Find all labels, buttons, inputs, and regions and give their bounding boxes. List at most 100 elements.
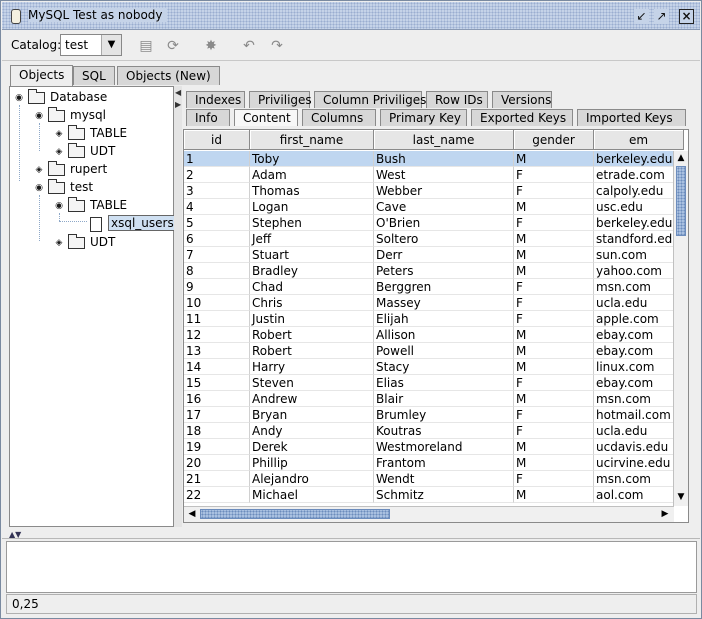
table-row[interactable]: 17 Bryan Brumley Fhotmail.com: [184, 407, 674, 423]
table-cell[interactable]: ucirvine.edu: [594, 455, 674, 471]
table-cell[interactable]: msn.com: [594, 471, 674, 487]
table-cell[interactable]: Massey: [374, 295, 514, 311]
table-cell[interactable]: standford.edu: [594, 231, 674, 247]
query-icon[interactable]: ▤: [137, 37, 155, 55]
table-cell[interactable]: Bush: [374, 151, 514, 167]
table-cell[interactable]: 16: [184, 391, 250, 407]
message-panel[interactable]: [6, 541, 697, 593]
table-cell[interactable]: 3: [184, 183, 250, 199]
table-cell[interactable]: 21: [184, 471, 250, 487]
table-cell[interactable]: 1: [184, 151, 250, 167]
table-cell[interactable]: F: [514, 423, 594, 439]
table-cell[interactable]: Blair: [374, 391, 514, 407]
table-cell[interactable]: Soltero: [374, 231, 514, 247]
table-cell[interactable]: 14: [184, 359, 250, 375]
table-cell[interactable]: Adam: [250, 167, 374, 183]
table-cell[interactable]: 17: [184, 407, 250, 423]
collapse-handle-icon[interactable]: ◈: [54, 129, 64, 139]
chevron-down-icon[interactable]: ▼: [101, 35, 121, 55]
table-cell[interactable]: Stacy: [374, 359, 514, 375]
table-row[interactable]: 5 Stephen O'Brien Fberkeley.edu: [184, 215, 674, 231]
table-cell[interactable]: berkeley.edu: [594, 151, 674, 167]
table-cell[interactable]: Stephen: [250, 215, 374, 231]
table-cell[interactable]: ucdavis.edu: [594, 439, 674, 455]
table-cell[interactable]: msn.com: [594, 391, 674, 407]
vertical-scrollbar[interactable]: ▲ ▼: [673, 151, 688, 506]
table-cell[interactable]: Phillip: [250, 455, 374, 471]
table-cell[interactable]: 6: [184, 231, 250, 247]
table-cell[interactable]: F: [514, 295, 594, 311]
tab-primary-key[interactable]: Primary Key: [380, 109, 467, 126]
tab-priviliges[interactable]: Priviliges: [249, 91, 312, 108]
table-cell[interactable]: M: [514, 359, 594, 375]
table-row[interactable]: 2 Adam West Fetrade.com: [184, 167, 674, 183]
tab-sql[interactable]: SQL: [73, 66, 115, 85]
table-cell[interactable]: 10: [184, 295, 250, 311]
table-cell[interactable]: Jeff: [250, 231, 374, 247]
expand-handle-icon[interactable]: ◉: [54, 201, 64, 211]
table-cell[interactable]: Bryan: [250, 407, 374, 423]
table-cell[interactable]: Michael: [250, 487, 374, 503]
table-cell[interactable]: Harry: [250, 359, 374, 375]
table-cell[interactable]: 2: [184, 167, 250, 183]
object-tree[interactable]: ◉ Database ◉ mysql ◈ TABLE ◈ UDT ◈ ruper…: [9, 86, 177, 527]
table-row[interactable]: 11 Justin Elijah Fapple.com: [184, 311, 674, 327]
table-cell[interactable]: etrade.com: [594, 167, 674, 183]
run-icon[interactable]: ✸: [202, 37, 220, 55]
table-cell[interactable]: Cave: [374, 199, 514, 215]
table-row[interactable]: 19 Derek Westmoreland Mucdavis.edu: [184, 439, 674, 455]
table-cell[interactable]: F: [514, 407, 594, 423]
table-cell[interactable]: 19: [184, 439, 250, 455]
column-header[interactable]: first_name: [250, 130, 374, 150]
maximize-button[interactable]: ↗: [654, 9, 669, 24]
table-cell[interactable]: M: [514, 455, 594, 471]
table-cell[interactable]: Derek: [250, 439, 374, 455]
tab-info[interactable]: Info: [186, 109, 230, 126]
expand-right-icon[interactable]: ▶: [175, 100, 181, 109]
horizontal-scrollbar[interactable]: ◀ ▶: [184, 506, 674, 522]
table-cell[interactable]: Berggren: [374, 279, 514, 295]
tab-objects-new[interactable]: Objects (New): [117, 66, 220, 85]
table-row[interactable]: 6 Jeff Soltero Mstandford.edu: [184, 231, 674, 247]
table-cell[interactable]: 18: [184, 423, 250, 439]
table-cell[interactable]: Bradley: [250, 263, 374, 279]
scroll-right-icon[interactable]: ▶: [658, 509, 672, 519]
table-row[interactable]: 7 Stuart Derr Msun.com: [184, 247, 674, 263]
table-row[interactable]: 12 Robert Allison Mebay.com: [184, 327, 674, 343]
table-row[interactable]: 3 Thomas Webber Fcalpoly.edu: [184, 183, 674, 199]
table-row[interactable]: 21 Alejandro Wendt Fmsn.com: [184, 471, 674, 487]
table-cell[interactable]: Powell: [374, 343, 514, 359]
table-cell[interactable]: 4: [184, 199, 250, 215]
table-cell[interactable]: F: [514, 279, 594, 295]
collapse-handle-icon[interactable]: ◈: [54, 238, 64, 248]
table-cell[interactable]: calpoly.edu: [594, 183, 674, 199]
table-row[interactable]: 13 Robert Powell Mebay.com: [184, 343, 674, 359]
refresh-icon[interactable]: ⟳: [164, 37, 182, 55]
table-cell[interactable]: Derr: [374, 247, 514, 263]
table-row[interactable]: 18 Andy Koutras Fucla.edu: [184, 423, 674, 439]
tab-indexes[interactable]: Indexes: [186, 91, 245, 108]
table-cell[interactable]: Allison: [374, 327, 514, 343]
scroll-up-icon[interactable]: ▲: [674, 153, 688, 163]
undo-icon[interactable]: ↶: [240, 37, 258, 55]
table-cell[interactable]: M: [514, 199, 594, 215]
table-cell[interactable]: M: [514, 247, 594, 263]
table-cell[interactable]: ucla.edu: [594, 295, 674, 311]
scroll-down-icon[interactable]: ▼: [674, 492, 688, 502]
table-cell[interactable]: F: [514, 375, 594, 391]
tab-imported-keys[interactable]: Imported Keys: [577, 109, 686, 126]
table-row[interactable]: 22 Michael Schmitz Maol.com: [184, 487, 674, 503]
table-row[interactable]: 8 Bradley Peters Myahoo.com: [184, 263, 674, 279]
scroll-left-icon[interactable]: ◀: [185, 509, 199, 519]
table-cell[interactable]: 7: [184, 247, 250, 263]
expand-handle-icon[interactable]: ◉: [34, 183, 44, 193]
table-cell[interactable]: Steven: [250, 375, 374, 391]
table-cell[interactable]: 12: [184, 327, 250, 343]
collapse-handle-icon[interactable]: ◈: [34, 165, 44, 175]
expand-handle-icon[interactable]: ◉: [34, 111, 44, 121]
table-cell[interactable]: Schmitz: [374, 487, 514, 503]
table-cell[interactable]: Alejandro: [250, 471, 374, 487]
tab-content[interactable]: Content: [234, 109, 298, 126]
collapse-handle-icon[interactable]: ◈: [54, 147, 64, 157]
table-cell[interactable]: M: [514, 231, 594, 247]
